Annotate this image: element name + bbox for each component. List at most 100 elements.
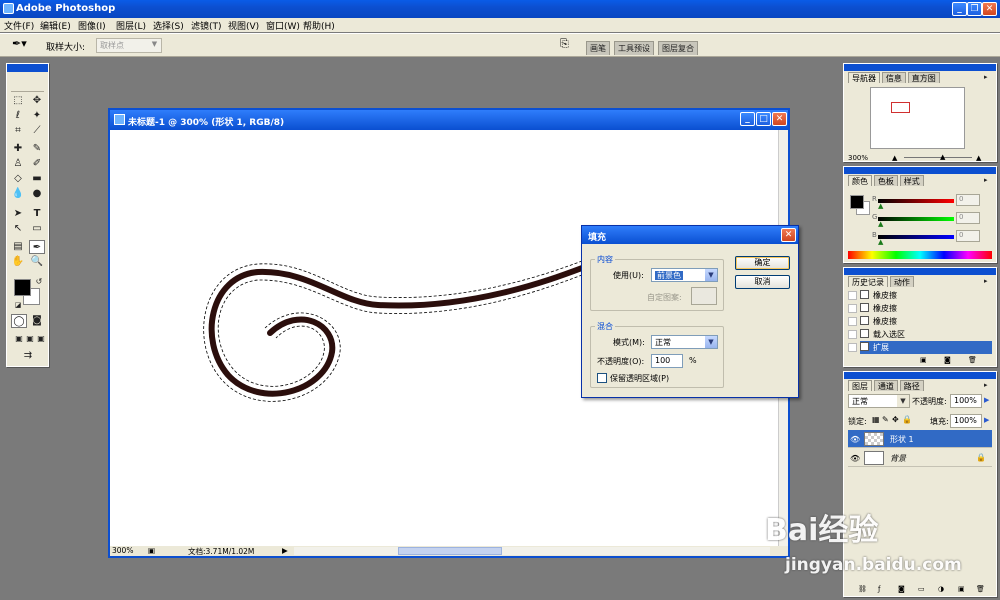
opacity-arrow-icon[interactable]: ▶ (984, 396, 989, 404)
magic-wand-tool-icon[interactable]: ✦ (29, 109, 45, 123)
color-spectrum-bar[interactable] (848, 251, 992, 259)
menu-view[interactable]: 视图(V) (228, 19, 259, 32)
eyedropper-preset-icon[interactable]: ✒▾ (12, 37, 27, 50)
type-tool-icon[interactable]: T (29, 207, 45, 221)
use-select[interactable]: 前景色 ▼ (651, 268, 718, 282)
default-colors-icon[interactable]: ◪ (10, 298, 26, 312)
hand-tool-icon[interactable]: ✋ (10, 255, 26, 269)
well-tab-layer-comps[interactable]: 图层复合 (658, 41, 698, 55)
history-source-checkbox[interactable] (848, 343, 857, 352)
zoom-level[interactable]: 300% (112, 546, 133, 555)
history-source-checkbox[interactable] (848, 291, 857, 300)
healing-brush-tool-icon[interactable]: ✚ (10, 142, 26, 156)
new-document-from-state-icon[interactable]: ▣ (920, 356, 927, 364)
jump-to-imageready-icon[interactable]: ⇉ (12, 349, 44, 363)
status-arrow-icon[interactable]: ▶ (282, 546, 288, 555)
document-title-bar[interactable]: 未标题-1 @ 300% (形状 1, RGB/8) _ □ ✕ (110, 110, 788, 130)
navigator-preview[interactable] (870, 87, 965, 149)
menu-select[interactable]: 选择(S) (153, 19, 184, 32)
zoom-tool-icon[interactable]: 🔍 (29, 255, 45, 269)
menu-edit[interactable]: 编辑(E) (40, 19, 71, 32)
menu-image[interactable]: 图像(I) (78, 19, 106, 32)
menu-layer[interactable]: 图层(L) (116, 19, 146, 32)
standard-mode-icon[interactable]: ◯ (11, 314, 27, 328)
menu-window[interactable]: 窗口(W) (266, 19, 300, 32)
layer-row[interactable]: 👁 形状 1 (848, 430, 992, 448)
slider-thumb-icon[interactable]: ▲ (878, 220, 883, 228)
eyedropper-tool-icon[interactable]: ✒ (29, 240, 45, 254)
notes-tool-icon[interactable]: ▤ (10, 240, 26, 254)
horizontal-scroll-thumb[interactable] (398, 547, 502, 555)
preserve-transparency-checkbox[interactable] (597, 373, 607, 383)
fill-dialog-title-bar[interactable]: 填充 ✕ (582, 226, 798, 244)
move-tool-icon[interactable]: ✥ (29, 94, 45, 108)
history-item[interactable]: 橡皮擦 (860, 315, 992, 328)
tab-info[interactable]: 信息 (881, 72, 906, 83)
eraser-tool-icon[interactable]: ◇ (10, 172, 26, 186)
history-item-selected[interactable]: 扩展 (860, 341, 992, 354)
foreground-color-swatch[interactable] (14, 279, 31, 296)
doc-minimize-button[interactable]: _ (740, 112, 755, 126)
tab-color[interactable]: 颜色 (848, 175, 872, 186)
slider-thumb-icon[interactable]: ▲ (878, 238, 883, 246)
lasso-tool-icon[interactable]: ℓ (10, 109, 26, 123)
brush-tool-icon[interactable]: ✎ (29, 142, 45, 156)
tab-navigator[interactable]: 导航器 (848, 72, 880, 83)
lock-pixels-icon[interactable]: ✎ (882, 415, 889, 424)
custom-pattern-picker[interactable] (691, 287, 717, 305)
marquee-tool-icon[interactable]: ⬚ (10, 94, 26, 108)
panel-menu-icon[interactable]: ▸ (984, 176, 992, 184)
pen-tool-icon[interactable]: ↖ (10, 222, 26, 236)
color-panel-foreground[interactable] (850, 195, 864, 209)
visibility-eye-icon[interactable]: 👁 (850, 454, 860, 463)
tab-channels[interactable]: 通道 (873, 380, 898, 391)
history-source-checkbox[interactable] (848, 330, 857, 339)
zoom-slider-thumb[interactable]: ▲ (940, 153, 945, 161)
ok-button[interactable]: 确定 (735, 256, 790, 270)
visibility-eye-icon[interactable]: 👁 (850, 435, 860, 444)
red-value[interactable]: 0 (956, 194, 980, 206)
doc-maximize-button[interactable]: □ (756, 112, 771, 126)
lock-position-icon[interactable]: ✥ (892, 415, 899, 424)
tab-histogram[interactable]: 直方图 (907, 72, 940, 83)
tab-swatches[interactable]: 色板 (873, 175, 898, 186)
zoom-in-icon[interactable]: ▲ (976, 154, 981, 162)
tab-history[interactable]: 历史记录 (848, 276, 888, 287)
stamp-tool-icon[interactable]: ♙ (10, 157, 26, 171)
tab-layers[interactable]: 图层 (848, 380, 872, 391)
swap-colors-icon[interactable]: ↺ (31, 275, 47, 289)
red-slider[interactable] (878, 199, 954, 203)
lock-all-icon[interactable]: 🔒 (902, 415, 912, 424)
path-selection-tool-icon[interactable]: ➤ (10, 207, 26, 221)
tab-paths[interactable]: 路径 (899, 380, 924, 391)
panel-menu-icon[interactable]: ▸ (984, 73, 992, 81)
sample-size-select[interactable]: 取样点 ▼ (96, 38, 162, 53)
menu-file[interactable]: 文件(F) (4, 19, 34, 32)
well-tab-tool-presets[interactable]: 工具预设 (614, 41, 654, 55)
minimize-button[interactable]: _ (952, 2, 967, 16)
feather-logo-icon[interactable] (11, 74, 44, 92)
history-item[interactable]: 橡皮擦 (860, 289, 992, 302)
mode-select[interactable]: 正常 ▼ (651, 335, 718, 349)
horizontal-scrollbar[interactable] (294, 547, 770, 555)
history-brush-tool-icon[interactable]: ✐ (29, 157, 45, 171)
crop-tool-icon[interactable]: ⌗ (10, 124, 26, 138)
history-item[interactable]: 橡皮擦 (860, 302, 992, 315)
opacity-input[interactable]: 100 (651, 354, 683, 368)
panel-menu-icon[interactable]: ▸ (984, 277, 992, 285)
fill-dialog-close-button[interactable]: ✕ (781, 228, 796, 242)
slider-thumb-icon[interactable]: ▲ (878, 202, 883, 210)
history-source-checkbox[interactable] (848, 304, 857, 313)
zoom-slider[interactable] (904, 157, 972, 158)
quick-mask-mode-icon[interactable]: ◙ (29, 314, 45, 328)
close-button[interactable]: ✕ (982, 2, 997, 16)
fill-arrow-icon[interactable]: ▶ (984, 416, 989, 424)
blue-slider[interactable] (878, 235, 954, 239)
restore-button[interactable]: ❐ (967, 2, 982, 16)
new-snapshot-icon[interactable]: ◙ (944, 356, 951, 364)
history-source-checkbox[interactable] (848, 317, 857, 326)
status-menu-icon[interactable]: ▣ (148, 546, 155, 555)
layer-blend-mode-select[interactable]: 正常 ▼ (848, 394, 910, 408)
tab-actions[interactable]: 动作 (889, 276, 914, 287)
delete-state-icon[interactable]: 🗑 (968, 356, 977, 364)
